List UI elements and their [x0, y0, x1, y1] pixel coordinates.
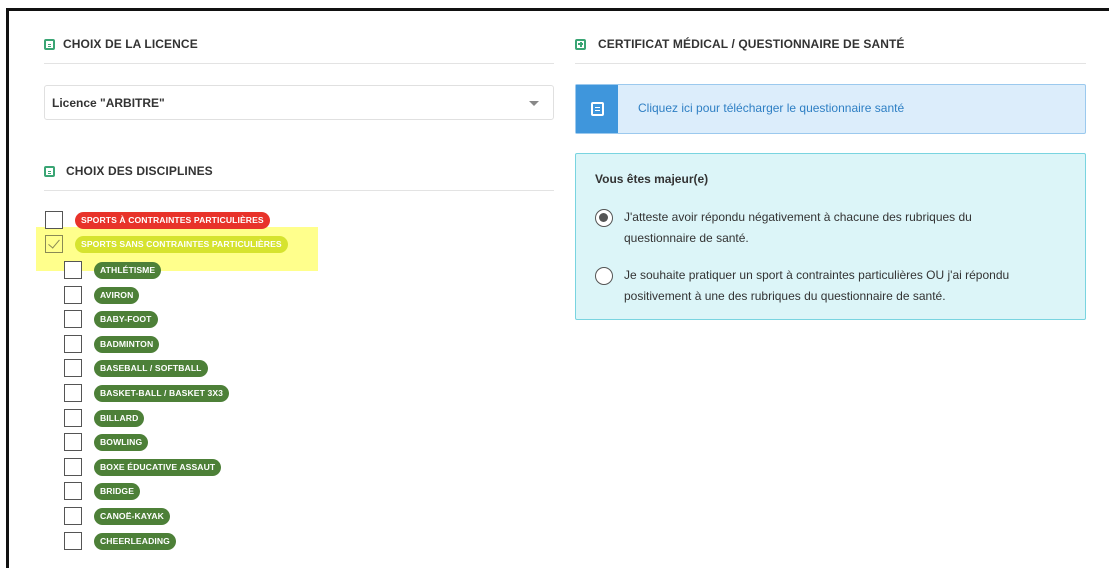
- checkbox[interactable]: [64, 482, 82, 500]
- discipline-item[interactable]: BRIDGE: [64, 481, 141, 501]
- radio-option-negative[interactable]: J'atteste avoir répondu négativement à c…: [595, 207, 1044, 248]
- checkbox[interactable]: [64, 335, 82, 353]
- licence-select-value: Licence "ARBITRE": [52, 95, 165, 110]
- radio-button[interactable]: [595, 267, 613, 285]
- discipline-item-label: BRIDGE: [94, 482, 141, 500]
- checkbox[interactable]: [64, 286, 82, 304]
- licence-title-text: CHOIX DE LA LICENCE: [63, 37, 198, 51]
- radio-option-text: Je souhaite pratiquer un sport à contrai…: [624, 268, 1010, 303]
- checkbox[interactable]: [64, 532, 82, 550]
- divider: [44, 63, 554, 64]
- chevron-down-icon: [529, 101, 539, 106]
- discipline-item[interactable]: CANOË-KAYAK: [64, 506, 170, 526]
- discipline-item-label: CANOË-KAYAK: [94, 507, 170, 525]
- download-icon-box: [576, 85, 618, 133]
- majeur-box: Vous êtes majeur(e) J'atteste avoir répo…: [575, 153, 1086, 320]
- certificat-title-text: CERTIFICAT MÉDICAL / QUESTIONNAIRE DE SA…: [598, 37, 905, 51]
- discipline-group-label: SPORTS À CONTRAINTES PARTICULIÈRES: [75, 211, 270, 229]
- discipline-item[interactable]: BASKET-BALL / BASKET 3X3: [64, 383, 230, 403]
- licence-select[interactable]: Licence "ARBITRE": [44, 85, 554, 120]
- checkbox[interactable]: [64, 310, 82, 328]
- checkbox[interactable]: [64, 433, 82, 451]
- disciplines-section-title: CHOIX DES DISCIPLINES: [44, 164, 213, 178]
- discipline-item[interactable]: CHEERLEADING: [64, 531, 176, 551]
- checkbox[interactable]: [64, 409, 82, 427]
- download-questionnaire-box[interactable]: Cliquez ici pour télécharger le question…: [575, 84, 1086, 134]
- document-icon: [590, 102, 604, 116]
- discipline-item[interactable]: BABY-FOOT: [64, 309, 158, 329]
- document-icon: [44, 38, 55, 50]
- discipline-item-label: ATHLÉTISME: [94, 261, 162, 279]
- divider: [575, 63, 1086, 64]
- licence-section-title: CHOIX DE LA LICENCE: [44, 37, 198, 51]
- disciplines-title-text: CHOIX DES DISCIPLINES: [66, 164, 213, 178]
- checkbox[interactable]: [64, 359, 82, 377]
- checkbox[interactable]: [45, 211, 63, 229]
- radio-option-text: J'atteste avoir répondu négativement à c…: [624, 210, 972, 245]
- discipline-item-label: AVIRON: [94, 286, 140, 304]
- checkbox[interactable]: [64, 507, 82, 525]
- discipline-item-label: BADMINTON: [94, 335, 160, 353]
- discipline-item[interactable]: BILLARD: [64, 408, 145, 428]
- discipline-item-label: BILLARD: [94, 409, 145, 427]
- discipline-item[interactable]: BASEBALL / SOFTBALL: [64, 358, 208, 378]
- document-icon: [44, 165, 55, 177]
- plus-square-icon: [575, 38, 586, 50]
- discipline-item-label: CHEERLEADING: [94, 532, 176, 550]
- discipline-item[interactable]: BOXE ÉDUCATIVE ASSAUT: [64, 457, 222, 477]
- radio-option-positive[interactable]: Je souhaite pratiquer un sport à contrai…: [595, 265, 1044, 306]
- download-questionnaire-link[interactable]: Cliquez ici pour télécharger le question…: [638, 101, 904, 115]
- discipline-group-row[interactable]: SPORTS À CONTRAINTES PARTICULIÈRES: [45, 210, 270, 230]
- discipline-group-row[interactable]: SPORTS SANS CONTRAINTES PARTICULIÈRES: [45, 234, 288, 254]
- discipline-item[interactable]: BADMINTON: [64, 334, 160, 354]
- radio-button[interactable]: [595, 209, 613, 227]
- checkbox[interactable]: [64, 261, 82, 279]
- checkbox[interactable]: [64, 458, 82, 476]
- discipline-item-label: BASEBALL / SOFTBALL: [94, 359, 208, 377]
- certificat-section-title: CERTIFICAT MÉDICAL / QUESTIONNAIRE DE SA…: [575, 37, 905, 51]
- discipline-item-label: BOWLING: [94, 433, 149, 451]
- majeur-title: Vous êtes majeur(e): [595, 172, 709, 186]
- discipline-group-label: SPORTS SANS CONTRAINTES PARTICULIÈRES: [75, 235, 288, 253]
- discipline-item-label: BOXE ÉDUCATIVE ASSAUT: [94, 458, 222, 476]
- discipline-item-label: BABY-FOOT: [94, 310, 158, 328]
- checkbox[interactable]: [64, 384, 82, 402]
- checkbox[interactable]: [45, 235, 63, 253]
- discipline-item[interactable]: AVIRON: [64, 285, 140, 305]
- discipline-item[interactable]: BOWLING: [64, 432, 149, 452]
- discipline-item[interactable]: ATHLÉTISME: [64, 260, 162, 280]
- discipline-item-label: BASKET-BALL / BASKET 3X3: [94, 384, 230, 402]
- divider: [44, 190, 554, 191]
